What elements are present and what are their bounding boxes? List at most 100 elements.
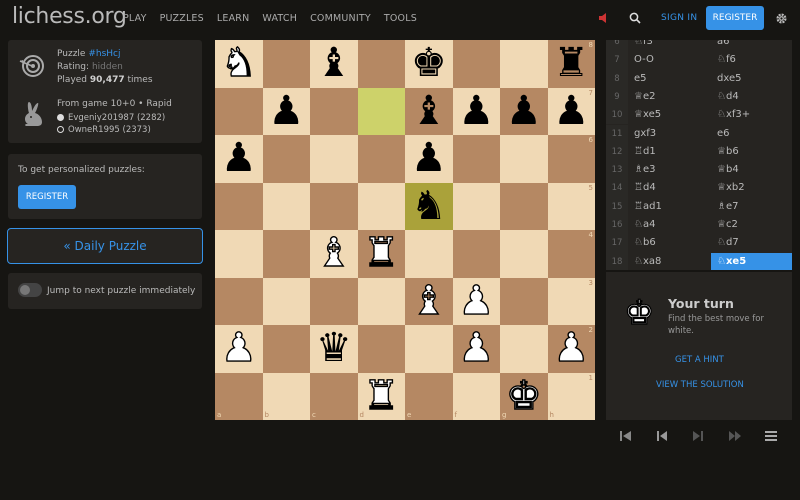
white-move[interactable]: ♘a4 [634, 216, 655, 234]
square-h3[interactable]: 3 [547, 277, 595, 325]
square-f3[interactable]: ♟ [452, 277, 500, 325]
black-move[interactable]: dxe5 [711, 70, 792, 88]
black-king-icon[interactable]: ♚ [405, 40, 453, 88]
register-button[interactable]: REGISTER [18, 185, 76, 209]
square-f5[interactable] [452, 182, 500, 230]
daily-puzzle-button[interactable]: « Daily Puzzle [7, 228, 203, 264]
site-logo[interactable]: lichess.org [12, 4, 127, 29]
view-solution-button[interactable]: VIEW THE SOLUTION [656, 380, 744, 390]
nav-watch[interactable]: WATCH [262, 13, 297, 24]
square-d2[interactable] [357, 325, 405, 373]
square-h5[interactable]: 5 [547, 182, 595, 230]
nav-play[interactable]: PLAY [123, 13, 147, 24]
square-h4[interactable]: 4 [547, 230, 595, 278]
square-b6[interactable] [262, 135, 310, 183]
square-d4[interactable]: ♜ [357, 229, 406, 278]
sign-in-link[interactable]: SIGN IN [661, 13, 697, 23]
white-king-icon[interactable]: ♚ [500, 372, 548, 421]
square-d5[interactable] [357, 182, 405, 230]
white-move[interactable]: O-O [634, 51, 654, 69]
white-rook-icon[interactable]: ♜ [358, 229, 406, 278]
square-g2[interactable] [500, 325, 548, 373]
square-f1[interactable]: f [452, 372, 500, 420]
white-move[interactable]: ♖ad1 [634, 198, 662, 216]
square-c6[interactable] [310, 135, 358, 183]
white-knight-icon[interactable]: ♞ [215, 39, 263, 88]
square-e7[interactable]: ♝ [405, 87, 453, 136]
square-f2[interactable]: ♟ [452, 324, 501, 373]
jump-toggle[interactable] [18, 283, 42, 297]
square-a3[interactable] [215, 277, 263, 325]
sound-muted-icon[interactable] [598, 12, 610, 24]
square-d1[interactable]: ♜ d [357, 372, 405, 420]
square-b3[interactable] [262, 277, 310, 325]
square-c8[interactable]: ♝ [310, 40, 358, 88]
square-c7[interactable] [310, 87, 358, 135]
puzzle-id-link[interactable]: #hsHcj [88, 49, 120, 59]
square-f4[interactable] [452, 230, 500, 278]
black-queen-icon[interactable]: ♛ [310, 325, 358, 373]
square-f7[interactable]: ♟ [452, 87, 501, 136]
square-b8[interactable] [262, 40, 310, 88]
square-e1[interactable]: e [405, 372, 453, 420]
square-d8[interactable] [357, 40, 405, 88]
square-h6[interactable]: 6 [547, 135, 595, 183]
square-c4[interactable]: ♝ [310, 229, 358, 278]
black-move[interactable]: a6 [711, 40, 792, 51]
square-g8[interactable] [500, 40, 548, 88]
square-e2[interactable] [405, 325, 453, 373]
white-move[interactable]: ♘b6 [634, 234, 656, 252]
black-player[interactable]: OwneR1995 (2373) [57, 125, 151, 135]
black-move[interactable]: ♕b6 [711, 143, 792, 161]
square-h7[interactable]: ♟ 7 [547, 87, 595, 135]
square-h2[interactable]: ♟ 2 [547, 324, 595, 373]
square-a1[interactable]: a [215, 372, 263, 420]
search-icon[interactable] [629, 12, 641, 24]
square-a5[interactable] [215, 182, 263, 230]
black-move[interactable]: ♘f6 [711, 51, 792, 69]
black-pawn-icon[interactable]: ♟ [405, 135, 453, 183]
square-g4[interactable] [500, 230, 548, 278]
white-move[interactable]: ♕xe5 [634, 106, 661, 124]
black-bishop-icon[interactable]: ♝ [310, 40, 358, 88]
square-g5[interactable] [500, 182, 548, 230]
prev-move-icon[interactable] [654, 428, 670, 444]
white-bishop-icon[interactable]: ♝ [310, 229, 358, 278]
square-c5[interactable] [310, 182, 358, 230]
square-e4[interactable] [405, 230, 453, 278]
white-move[interactable]: ♘f3 [634, 40, 653, 51]
black-pawn-icon[interactable]: ♟ [215, 135, 263, 183]
square-d6[interactable] [357, 135, 405, 183]
menu-icon[interactable] [763, 428, 779, 444]
black-move[interactable]: ♘d7 [711, 234, 792, 252]
square-a2[interactable]: ♟ [215, 324, 263, 373]
black-move[interactable]: ♕c2 [711, 216, 792, 234]
black-pawn-icon[interactable]: ♟ [453, 88, 501, 136]
white-pawn-icon[interactable]: ♟ [215, 324, 263, 373]
square-b1[interactable]: b [262, 372, 310, 420]
white-move[interactable]: ♕e2 [634, 88, 655, 106]
gear-icon[interactable] [775, 12, 788, 25]
black-knight-icon[interactable]: ♞ [405, 183, 453, 231]
square-f8[interactable] [452, 40, 500, 88]
nav-tools[interactable]: TOOLS [384, 13, 417, 24]
square-e6[interactable]: ♟ [405, 135, 453, 183]
black-move[interactable]: e6 [711, 125, 792, 143]
next-move-icon[interactable] [690, 428, 706, 444]
black-move[interactable]: ♕xb2 [711, 179, 792, 197]
black-bishop-icon[interactable]: ♝ [405, 88, 453, 136]
square-h1[interactable]: 1h [547, 372, 595, 420]
square-e5[interactable]: ♞ [405, 182, 453, 231]
square-f6[interactable] [452, 135, 500, 183]
square-d7[interactable] [357, 87, 405, 135]
square-a8[interactable]: ♞ [215, 39, 263, 88]
square-g7[interactable]: ♟ [500, 87, 548, 135]
white-pawn-icon[interactable]: ♟ [453, 324, 501, 373]
square-a7[interactable] [215, 87, 263, 135]
square-c3[interactable] [310, 277, 358, 325]
square-b5[interactable] [262, 182, 310, 230]
chess-board[interactable]: ♞ ♝ ♚ ♜ 8 ♟ ♝ ♟ ♟ ♟ 7 ♟ ♟ 6 ♞ 5 ♝ ♜ 4 ♝ ♟ 3 ♟ ♛ ♟ ♟ 2 a b c ♜ d e f ♚ g 1 h [215, 39, 595, 421]
black-move[interactable]: ♘xf3+ [711, 106, 792, 124]
square-c1[interactable]: c [310, 372, 358, 420]
white-move[interactable]: gxf3 [634, 125, 656, 143]
